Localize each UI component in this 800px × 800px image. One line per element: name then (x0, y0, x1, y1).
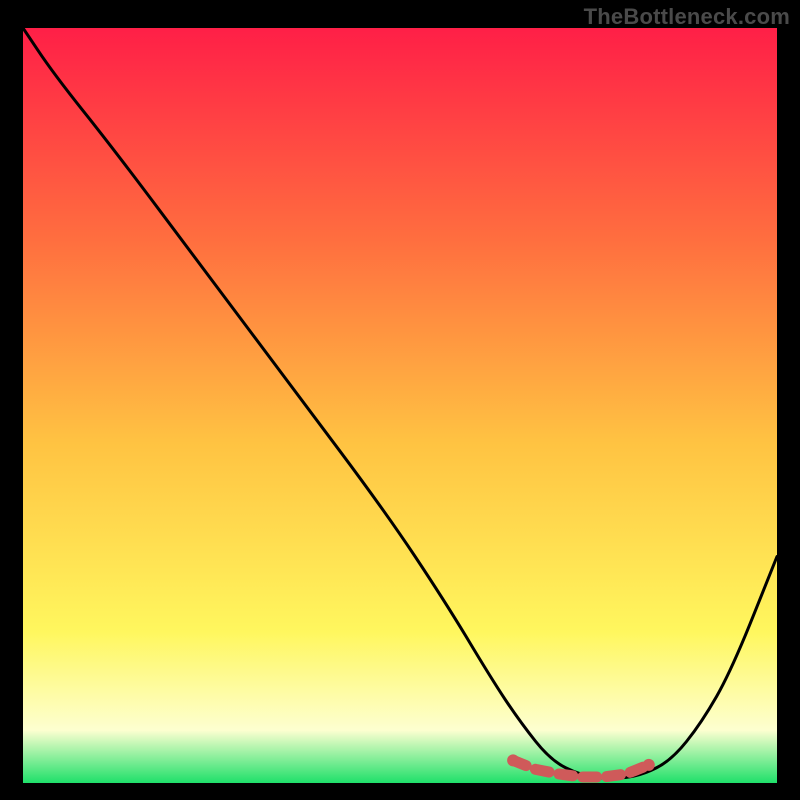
plot-area (23, 28, 777, 783)
optimal-range-endpoint-0 (507, 754, 519, 766)
chart-svg (23, 28, 777, 783)
watermark-text: TheBottleneck.com (584, 4, 790, 30)
chart-stage: TheBottleneck.com (0, 0, 800, 800)
gradient-background (23, 28, 777, 783)
optimal-range-endpoint-1 (643, 759, 655, 771)
